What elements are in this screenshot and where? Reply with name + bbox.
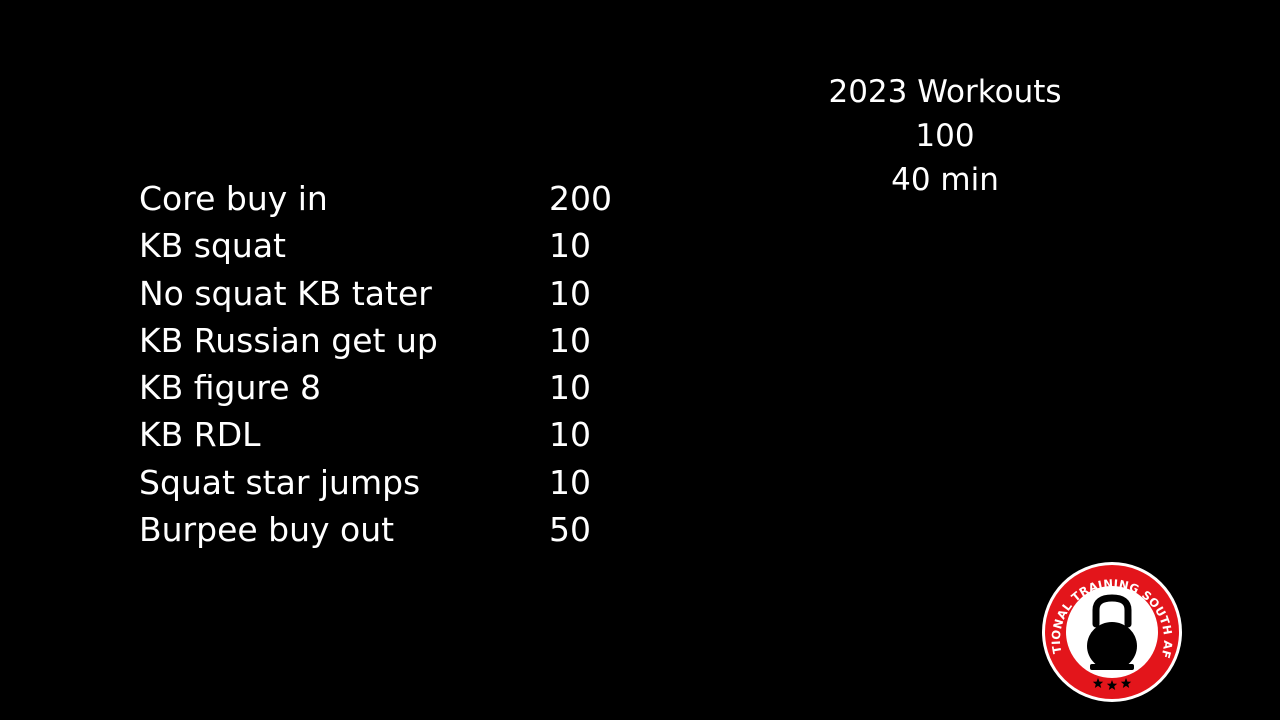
exercise-row: KB RDL 10	[139, 411, 699, 458]
exercise-reps: 10	[549, 415, 591, 455]
workout-duration: 40 min	[891, 162, 999, 198]
exercise-reps: 10	[549, 226, 591, 266]
exercise-name: KB Russian get up	[139, 320, 438, 360]
exercise-row: KB Russian get up 10	[139, 317, 699, 364]
exercise-reps: 10	[549, 462, 591, 502]
exercise-reps: 50	[549, 510, 591, 550]
exercise-list: Core buy in 200 KB squat 10 No squat KB …	[139, 175, 699, 553]
exercise-row: KB squat 10	[139, 222, 699, 269]
exercise-row: Core buy in 200	[139, 175, 699, 222]
exercise-reps: 10	[549, 273, 591, 313]
exercise-name: No squat KB tater	[139, 273, 432, 313]
workout-count: 100	[915, 118, 975, 154]
workout-title: 2023 Workouts	[828, 74, 1062, 110]
exercise-name: Core buy in	[139, 179, 328, 218]
exercise-name: KB squat	[139, 226, 286, 266]
exercise-row: Squat star jumps 10	[139, 459, 699, 506]
exercise-reps: 200	[549, 179, 612, 218]
exercise-row: KB figure 8 10	[139, 364, 699, 411]
exercise-name: KB RDL	[139, 415, 261, 455]
exercise-reps: 10	[549, 368, 591, 408]
exercise-name: KB figure 8	[139, 368, 322, 408]
exercise-row: Burpee buy out 50	[139, 506, 699, 553]
exercise-name: Squat star jumps	[139, 462, 421, 502]
exercise-name: Burpee buy out	[139, 510, 395, 550]
brand-logo-graphic: FUNCTIONAL TRAINING SOUTH AFRICA	[1040, 560, 1182, 702]
workout-header: 2023 Workouts 100 40 min	[745, 70, 1145, 202]
exercise-reps: 10	[549, 320, 591, 360]
brand-logo: FUNCTIONAL TRAINING SOUTH AFRICA	[1040, 560, 1184, 704]
exercise-row: No squat KB tater 10	[139, 270, 699, 317]
